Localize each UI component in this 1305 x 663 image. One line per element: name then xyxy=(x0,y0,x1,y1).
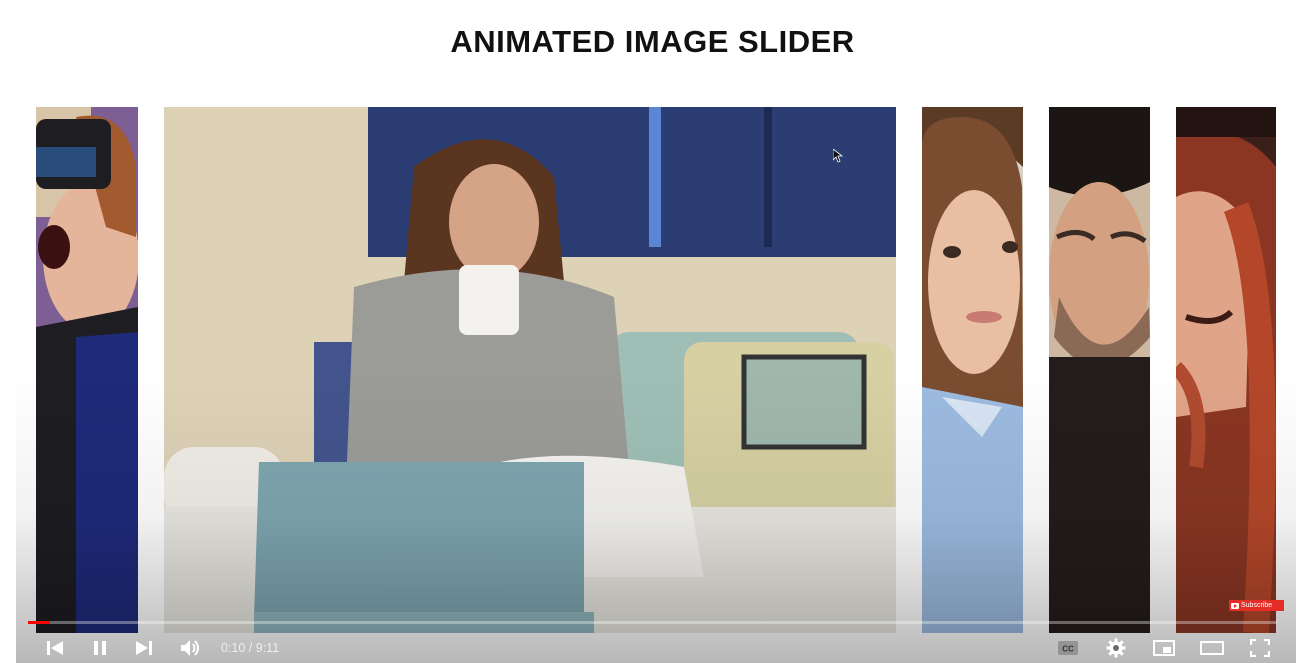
settings-button[interactable] xyxy=(1104,638,1128,658)
settings-icon xyxy=(1106,638,1126,658)
mouse-cursor-icon xyxy=(833,149,843,163)
svg-text:CC: CC xyxy=(1062,645,1074,654)
previous-button[interactable] xyxy=(44,638,66,658)
pause-icon xyxy=(94,641,106,655)
next-button[interactable] xyxy=(133,638,155,658)
slide-woman-with-coffee-and-laptop[interactable] xyxy=(164,107,896,633)
image-slider xyxy=(0,0,1305,663)
miniplayer-button[interactable] xyxy=(1152,638,1176,658)
volume-icon xyxy=(181,640,199,656)
fullscreen-icon xyxy=(1250,639,1270,657)
slide-woman-portrait-blue-shirt[interactable] xyxy=(922,107,1023,633)
previous-icon xyxy=(47,641,63,655)
slide-red-haired-woman[interactable] xyxy=(1176,107,1276,633)
theater-mode-icon xyxy=(1200,641,1224,655)
captions-icon: CC xyxy=(1058,641,1078,655)
player-controls: 0:10 / 9:11 CC xyxy=(16,630,1296,663)
slide-man-with-vr-headset[interactable] xyxy=(36,107,138,633)
time-display: 0:10 / 9:11 xyxy=(221,641,280,655)
miniplayer-icon xyxy=(1153,640,1175,656)
next-icon xyxy=(136,641,152,655)
fullscreen-button[interactable] xyxy=(1248,638,1272,658)
youtube-logo-icon xyxy=(1231,602,1239,609)
volume-button[interactable] xyxy=(179,638,203,658)
subscribe-button[interactable]: Subscribe xyxy=(1229,600,1284,611)
progress-bar[interactable] xyxy=(28,621,1277,624)
theater-mode-button[interactable] xyxy=(1199,638,1225,658)
captions-button[interactable]: CC xyxy=(1056,638,1080,658)
pause-button[interactable] xyxy=(89,638,111,658)
progress-played xyxy=(28,621,51,624)
subscribe-label: Subscribe xyxy=(1241,602,1273,609)
slide-man-with-hat-winking[interactable] xyxy=(1049,107,1150,633)
